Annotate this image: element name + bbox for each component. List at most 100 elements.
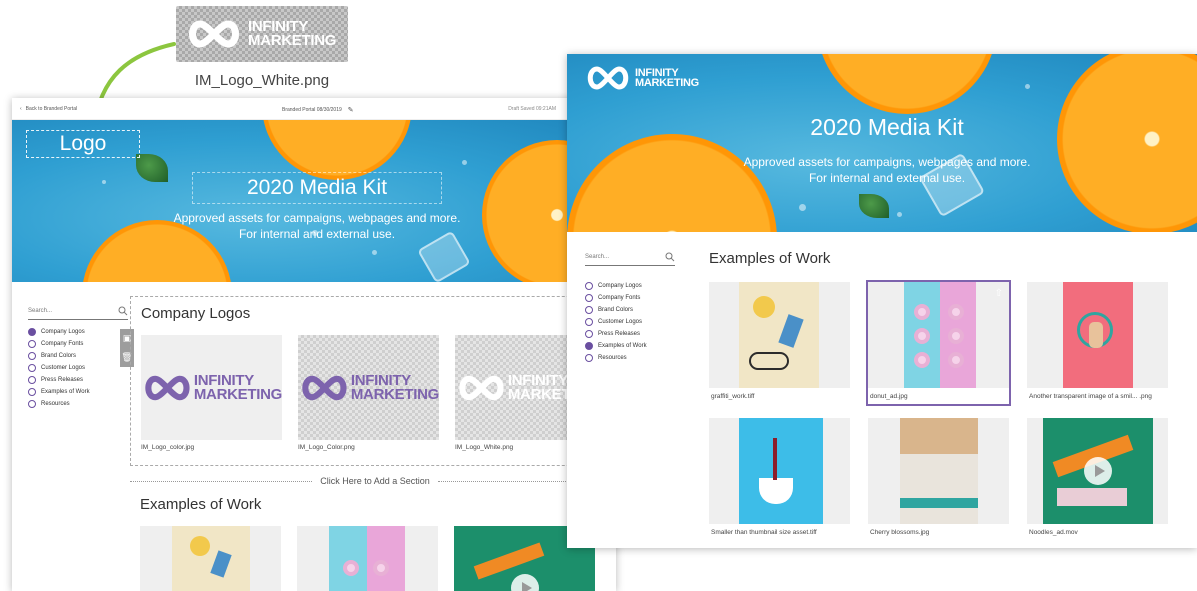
asset-caption: donut_ad.jpg bbox=[870, 393, 908, 400]
hero-subtitle: Approved assets for campaigns, webpages … bbox=[743, 155, 1031, 185]
brand-line2: MARKETING bbox=[193, 385, 282, 403]
back-link[interactable]: ‹ Back to Branded Portal bbox=[20, 106, 77, 112]
company-logos-section[interactable]: Company Logos INFINITY MARKETING IM_Logo_… bbox=[130, 296, 616, 466]
sidebar-item-company-logos[interactable]: Company Logos bbox=[585, 282, 675, 290]
editor-hero-banner[interactable]: Logo 2020 Media Kit Approved assets for … bbox=[12, 120, 616, 282]
logo-thumbnail: INFINITY MARKETING bbox=[298, 335, 439, 440]
logo-card[interactable]: INFINITY MARKETING IM_Logo_Color.png bbox=[298, 335, 439, 451]
sidebar-item-customer-logos[interactable]: Customer Logos bbox=[28, 364, 128, 372]
asset-thumbnail bbox=[1027, 418, 1168, 524]
sidebar-item-customer-logos[interactable]: Customer Logos bbox=[585, 318, 675, 326]
sidebar-nav: Company Logos Company Fonts Brand Colors… bbox=[28, 328, 128, 408]
search-input[interactable]: Search... bbox=[585, 254, 609, 260]
radio-icon bbox=[585, 354, 593, 362]
work-tiles bbox=[140, 526, 595, 591]
sidebar-item-company-fonts[interactable]: Company Fonts bbox=[585, 294, 675, 302]
railing-shape bbox=[900, 498, 978, 508]
sidebar-search[interactable]: Search... bbox=[28, 306, 128, 320]
pencil-icon[interactable]: ✎ bbox=[348, 106, 354, 114]
asset-thumbnail-graffiti[interactable] bbox=[140, 526, 281, 591]
floating-logo-tile[interactable]: INFINITY MARKETING bbox=[176, 6, 348, 62]
asset-card[interactable]: graffiti_work.tiff bbox=[709, 282, 850, 404]
sidebar-nav: Company Logos Company Fonts Brand Colors… bbox=[585, 282, 675, 362]
radio-icon bbox=[28, 340, 36, 348]
hero-subtitle[interactable]: Approved assets for campaigns, webpages … bbox=[172, 210, 462, 242]
infinity-logo-icon bbox=[587, 66, 629, 90]
logo-card[interactable]: INFINITY MARKETING IM_Logo_color.jpg bbox=[141, 335, 282, 451]
sidebar-item-company-fonts[interactable]: Company Fonts bbox=[28, 340, 128, 348]
share-icon[interactable]: ⇧ bbox=[995, 288, 1003, 299]
add-section-button[interactable]: Click Here to Add a Section bbox=[130, 476, 616, 486]
radio-selected-icon bbox=[28, 328, 36, 336]
radio-icon bbox=[585, 282, 593, 290]
asset-thumbnail-donut[interactable] bbox=[297, 526, 438, 591]
asset-card-selected[interactable]: ⇧ donut_ad.jpg bbox=[866, 280, 1011, 406]
portal-title: Branded Portal 08/30/2019 ✎ bbox=[282, 106, 354, 114]
preview-hero-banner: INFINITY MARKETING 2020 Media Kit Approve… bbox=[567, 54, 1197, 232]
sidebar-item-examples-of-work[interactable]: Examples of Work bbox=[28, 388, 128, 396]
search-icon[interactable] bbox=[118, 306, 128, 316]
preview-sidebar: Search... Company Logos Company Fonts Br… bbox=[585, 252, 675, 362]
building-shape bbox=[900, 454, 978, 524]
radio-icon bbox=[28, 400, 36, 408]
asset-card[interactable]: Noodles_ad.mov bbox=[1027, 418, 1168, 540]
sidebar-item-label: Brand Colors bbox=[598, 307, 634, 313]
divider bbox=[130, 480, 313, 482]
graffiti-shape bbox=[753, 296, 775, 318]
chevron-left-icon: ‹ bbox=[20, 105, 22, 112]
sidebar-item-brand-colors[interactable]: Brand Colors bbox=[585, 306, 675, 314]
asset-caption: Noodles_ad.mov bbox=[1029, 529, 1078, 536]
back-link-label: Back to Branded Portal bbox=[25, 105, 78, 112]
asset-grid: graffiti_work.tiff ⇧ donut_ad.jpg Anothe… bbox=[709, 280, 1168, 540]
bicycle-shape bbox=[749, 352, 789, 370]
sidebar-item-brand-colors[interactable]: Brand Colors bbox=[28, 352, 128, 360]
donut-image bbox=[948, 304, 964, 320]
orange-slice-image bbox=[1057, 54, 1197, 232]
search-icon[interactable] bbox=[665, 252, 675, 262]
sidebar-item-label: Resources bbox=[41, 401, 70, 407]
sidebar-item-label: Customer Logos bbox=[598, 319, 643, 325]
tile-caption: IM_Logo_color.jpg bbox=[141, 444, 195, 451]
asset-card[interactable]: Another transparent image of a smil... .… bbox=[1027, 282, 1168, 404]
infinity-logo-icon bbox=[459, 375, 504, 400]
person-shape bbox=[1089, 322, 1103, 348]
water-drop bbox=[1025, 84, 1030, 89]
asset-card[interactable]: Cherry blossoms.jpg bbox=[868, 418, 1009, 540]
radio-icon bbox=[28, 388, 36, 396]
logo-drop-zone[interactable]: Logo bbox=[26, 130, 140, 158]
sidebar-item-press-releases[interactable]: Press Releases bbox=[585, 330, 675, 338]
orange-slice-image bbox=[262, 120, 412, 180]
search-input[interactable]: Search... bbox=[28, 308, 52, 314]
donut-image bbox=[343, 560, 359, 576]
table-shape bbox=[1057, 488, 1127, 506]
water-drop bbox=[102, 180, 106, 184]
sidebar-item-resources[interactable]: Resources bbox=[28, 400, 128, 408]
stage: INFINITY MARKETING IM_Logo_White.png ‹ B… bbox=[0, 0, 1197, 591]
asset-thumbnail bbox=[709, 418, 850, 524]
sidebar-item-label: Customer Logos bbox=[41, 365, 86, 371]
section-title: Company Logos bbox=[141, 305, 251, 322]
sidebar-item-label: Company Logos bbox=[41, 329, 85, 335]
sidebar-search[interactable]: Search... bbox=[585, 252, 675, 266]
sidebar-item-label: Company Fonts bbox=[598, 295, 641, 301]
donut-image bbox=[914, 304, 930, 320]
radio-icon bbox=[585, 318, 593, 326]
asset-thumbnail bbox=[1027, 282, 1168, 388]
radio-icon bbox=[585, 294, 593, 302]
sidebar-item-press-releases[interactable]: Press Releases bbox=[28, 376, 128, 384]
floating-logo-caption: IM_Logo_White.png bbox=[194, 72, 330, 89]
donut-image bbox=[948, 328, 964, 344]
play-icon[interactable] bbox=[510, 574, 539, 591]
sidebar-item-resources[interactable]: Resources bbox=[585, 354, 675, 362]
sidebar-item-company-logos[interactable]: Company Logos bbox=[28, 328, 128, 336]
sidebar-item-label: Press Releases bbox=[598, 331, 641, 337]
asset-card[interactable]: Smaller than thumbnail size asset.tiff bbox=[709, 418, 850, 540]
hero-title[interactable]: 2020 Media Kit bbox=[192, 172, 442, 204]
logo-tiles: INFINITY MARKETING IM_Logo_color.jpg INFI… bbox=[141, 335, 596, 451]
sidebar-item-examples-of-work[interactable]: Examples of Work bbox=[585, 342, 675, 350]
radio-icon bbox=[585, 306, 593, 314]
play-icon[interactable] bbox=[1083, 457, 1112, 485]
leaf-image bbox=[859, 194, 889, 218]
asset-caption: Another transparent image of a smil... .… bbox=[1029, 393, 1152, 400]
asset-caption: graffiti_work.tiff bbox=[711, 393, 755, 400]
